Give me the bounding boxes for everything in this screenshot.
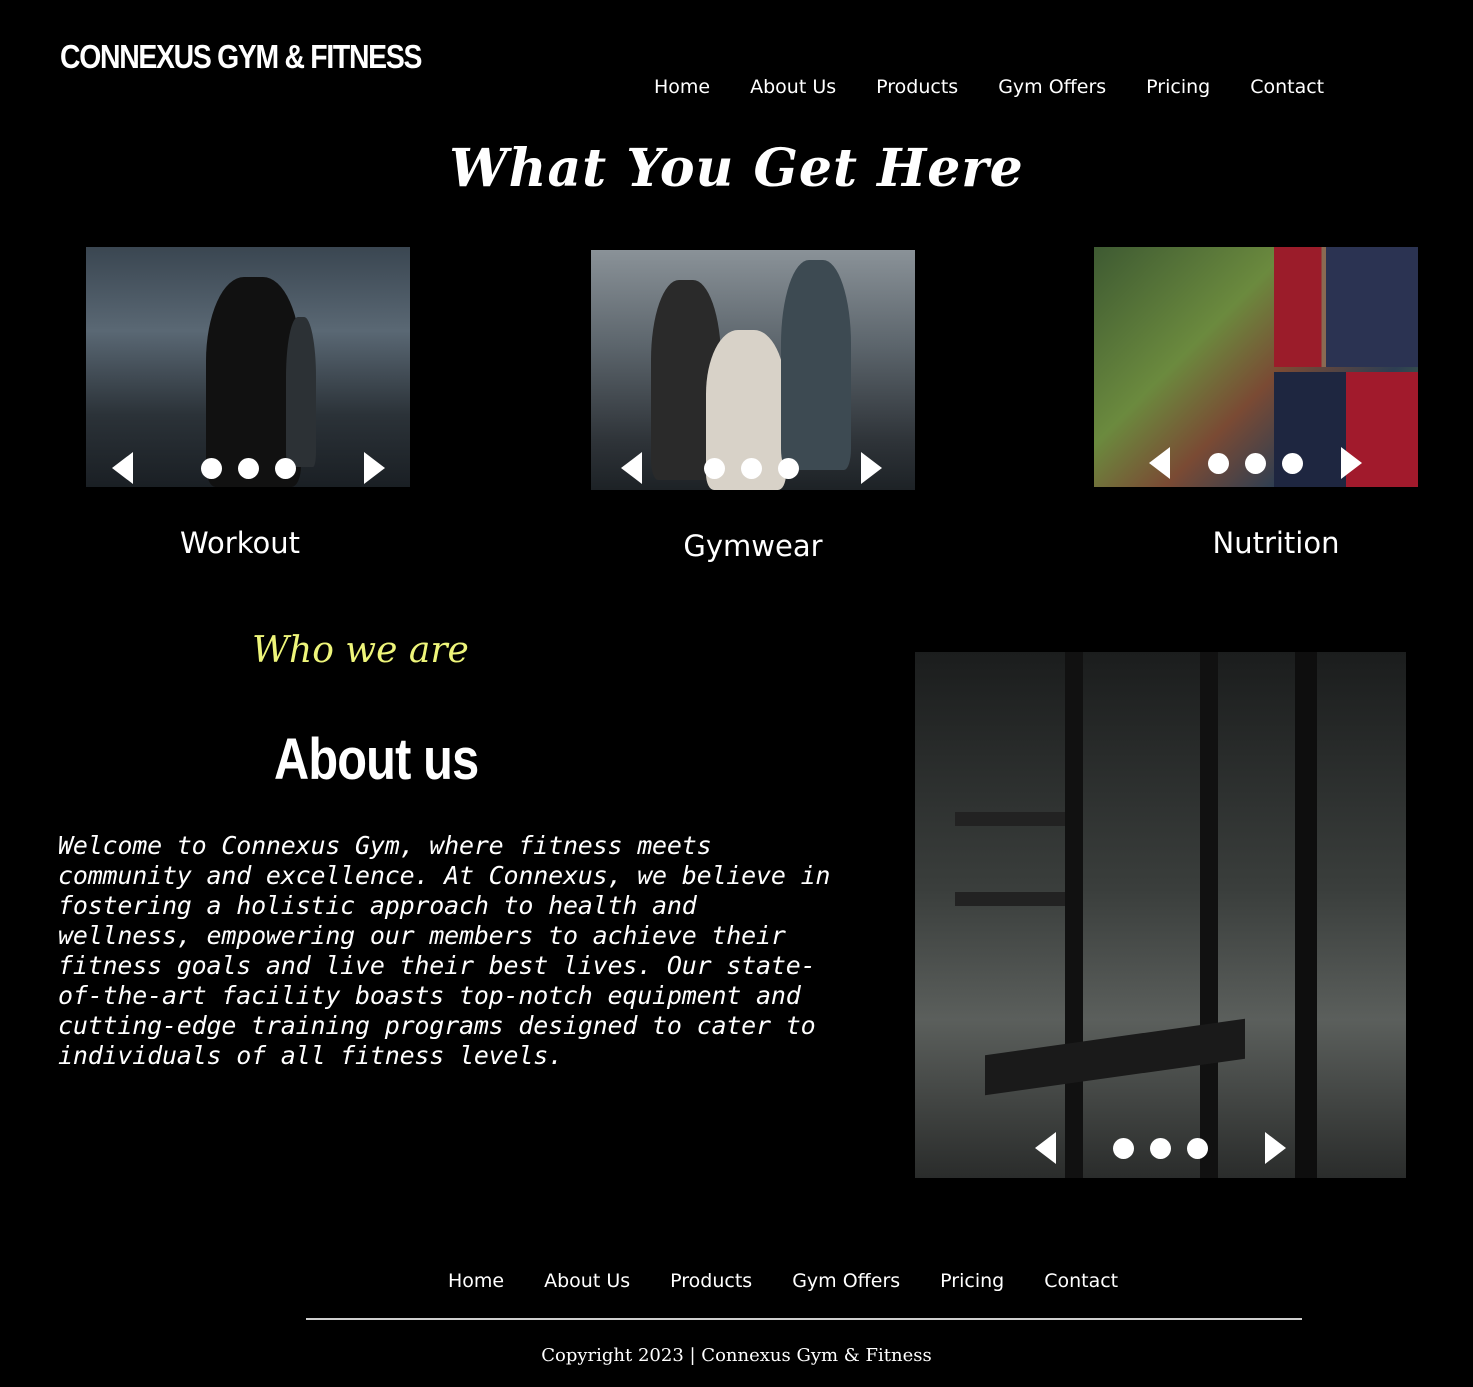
nav-about-us[interactable]: About Us [750, 76, 836, 98]
gym-rack-photo [915, 652, 1406, 1178]
footer-nav-gym-offers[interactable]: Gym Offers [792, 1270, 900, 1292]
slide-dot[interactable] [1113, 1137, 1134, 1159]
main-nav: Home About Us Products Gym Offers Pricin… [654, 76, 1364, 98]
slider-dots [1208, 452, 1303, 474]
footer-nav-pricing[interactable]: Pricing [940, 1270, 1004, 1292]
card-label-gymwear: Gymwear [683, 529, 823, 563]
gym-rack-slider [915, 652, 1406, 1178]
footer-nav-home[interactable]: Home [448, 1270, 504, 1292]
prev-arrow-icon[interactable] [1035, 1132, 1056, 1164]
who-we-are-eyebrow: Who we are [252, 630, 469, 671]
card-label-workout: Workout [180, 526, 300, 560]
nav-gym-offers[interactable]: Gym Offers [998, 76, 1106, 98]
slide-dot[interactable] [704, 457, 725, 479]
about-title: About us [274, 727, 479, 792]
brand-logo[interactable]: CONNEXUS GYM & FITNESS [60, 38, 422, 76]
nav-home[interactable]: Home [654, 76, 710, 98]
next-arrow-icon[interactable] [861, 452, 882, 484]
footer-nav-contact[interactable]: Contact [1044, 1270, 1118, 1292]
footer-nav: Home About Us Products Gym Offers Pricin… [448, 1270, 1158, 1292]
slide-dot[interactable] [778, 457, 799, 479]
nav-pricing[interactable]: Pricing [1146, 76, 1210, 98]
workout-photo [86, 247, 410, 487]
prev-arrow-icon[interactable] [112, 452, 133, 484]
slide-dot[interactable] [201, 457, 222, 479]
slide-dot[interactable] [1187, 1137, 1208, 1159]
footer-nav-about-us[interactable]: About Us [544, 1270, 630, 1292]
slide-dot[interactable] [275, 457, 296, 479]
nutrition-slider [1094, 247, 1418, 487]
nav-products[interactable]: Products [876, 76, 958, 98]
footer-nav-products[interactable]: Products [670, 1270, 752, 1292]
slider-dots [1113, 1137, 1208, 1159]
footer-divider [306, 1318, 1302, 1320]
prev-arrow-icon[interactable] [1149, 447, 1170, 479]
slide-dot[interactable] [1150, 1137, 1171, 1159]
slider-dots [704, 457, 799, 479]
about-body: Welcome to Connexus Gym, where fitness m… [58, 831, 831, 1070]
slide-dot[interactable] [741, 457, 762, 479]
gymwear-slider [591, 250, 915, 490]
nav-contact[interactable]: Contact [1250, 76, 1324, 98]
next-arrow-icon[interactable] [1265, 1132, 1286, 1164]
slide-dot[interactable] [1245, 452, 1266, 474]
services-headline: What You Get Here [449, 138, 1024, 199]
slider-dots [201, 457, 296, 479]
slide-dot[interactable] [238, 457, 259, 479]
next-arrow-icon[interactable] [1341, 447, 1362, 479]
workout-slider [86, 247, 410, 487]
slide-dot[interactable] [1282, 452, 1303, 474]
prev-arrow-icon[interactable] [621, 452, 642, 484]
card-label-nutrition: Nutrition [1212, 526, 1340, 560]
next-arrow-icon[interactable] [364, 452, 385, 484]
slide-dot[interactable] [1208, 452, 1229, 474]
copyright-text: Copyright 2023 | Connexus Gym & Fitness [541, 1345, 932, 1366]
